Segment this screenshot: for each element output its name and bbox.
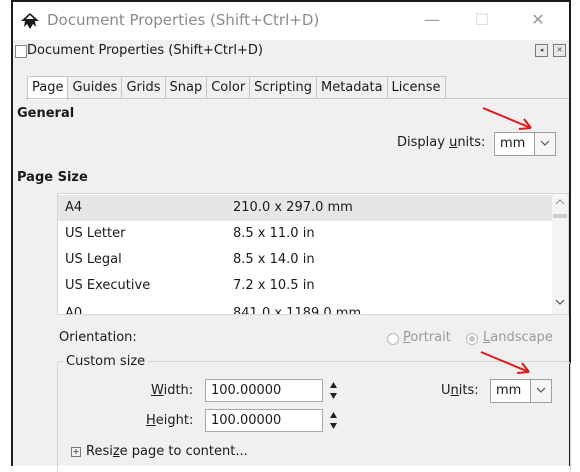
height-spinner-icon[interactable] [329,410,338,431]
page-size-heading: Page Size [17,170,88,185]
tab-bar: Page Guides Grids Snap Color Scripting M… [27,76,446,100]
tab-metadata[interactable]: Metadata [315,76,388,99]
page-size-dimensions: 841.0 x 1189.0 mm [233,306,362,315]
tab-guides[interactable]: Guides [67,76,123,99]
dock-close-button[interactable]: ✕ [553,44,566,57]
width-value: 100.00000 [211,383,282,398]
resize-expander[interactable]: + Resize page to content... [71,444,248,459]
page-size-name: US Executive [65,278,151,293]
tab-color[interactable]: Color [206,76,251,99]
landscape-label: Landscape [483,330,553,345]
chevron-down-icon [530,380,551,402]
resize-label: Resize page to content... [86,444,248,459]
maximize-button[interactable]: ☐ [467,10,497,30]
height-label: Height: [146,413,194,428]
width-field[interactable]: 100.00000 [205,379,323,402]
landscape-radio[interactable] [466,333,478,345]
annotation-arrow-icon [482,107,532,130]
annotation-arrow-icon [480,351,530,374]
general-heading: General [17,106,75,121]
page-size-dimensions: 8.5 x 14.0 in [233,252,315,267]
display-units-label: Display units: [397,135,486,150]
tab-snap[interactable]: Snap [164,76,208,99]
portrait-label: Portrait [403,330,451,345]
units-value: mm [496,383,522,398]
list-item[interactable]: US Executive 7.2 x 10.5 in [58,273,552,299]
list-item[interactable]: US Letter 8.5 x 11.0 in [58,221,552,247]
tab-license[interactable]: License [386,76,446,99]
tab-grids[interactable]: Grids [121,76,166,99]
minimize-button[interactable]: — [417,10,447,30]
window-title: Document Properties (Shift+Ctrl+D) [47,11,320,29]
expand-plus-icon: + [71,447,81,457]
tab-scripting[interactable]: Scripting [249,76,317,99]
page-size-dimensions: 8.5 x 11.0 in [233,226,315,241]
dock-title: Document Properties (Shift+Ctrl+D) [27,43,263,58]
inkscape-logo-icon [21,13,39,29]
list-item[interactable]: A4 210.0 x 297.0 mm [58,195,552,221]
close-button[interactable]: ✕ [523,10,553,30]
chevron-down-icon [534,133,555,155]
orientation-label: Orientation: [59,330,137,345]
width-label: Width: [151,383,194,398]
units-label: Units: [441,383,479,398]
title-bar: Document Properties (Shift+Ctrl+D) — ☐ ✕ [13,2,569,40]
page-size-name: A0 [65,306,83,315]
scrollbar-thumb[interactable] [553,214,567,218]
display-units-value: mm [500,136,526,151]
width-spinner-icon[interactable] [329,380,338,401]
page-size-list[interactable]: A4 210.0 x 297.0 mm US Letter 8.5 x 11.0… [57,193,569,315]
height-field[interactable]: 100.00000 [205,409,323,432]
height-value: 100.00000 [211,413,282,428]
dock-header: Document Properties (Shift+Ctrl+D) ◂ ✕ [13,40,569,62]
custom-size-title: Custom size [63,354,149,369]
chevron-up-icon[interactable] [555,198,565,205]
document-icon [15,45,27,58]
document-properties-window: Document Properties (Shift+Ctrl+D) — ☐ ✕… [11,0,571,472]
list-item[interactable]: US Legal 8.5 x 14.0 in [58,247,552,273]
units-dropdown[interactable]: mm [490,379,552,403]
list-item[interactable]: A0 841.0 x 1189.0 mm [58,301,552,315]
portrait-radio[interactable] [387,333,399,345]
chevron-down-icon[interactable] [555,299,565,306]
page-size-name: A4 [65,200,83,215]
page-size-dimensions: 210.0 x 297.0 mm [233,200,353,215]
tab-page[interactable]: Page [27,76,69,100]
list-scrollbar[interactable] [552,194,568,314]
page-size-name: US Legal [65,252,122,267]
dock-iconify-button[interactable]: ◂ [535,44,548,57]
tab-panel-border [26,98,569,99]
page-size-name: US Letter [65,226,126,241]
page-size-dimensions: 7.2 x 10.5 in [233,278,315,293]
